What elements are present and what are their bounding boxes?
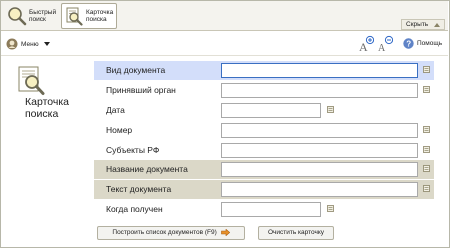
field-row-date: Дата	[94, 101, 434, 120]
field-row-regions: Субъекты РФ	[94, 141, 434, 160]
tab-search-card-label: Карточка поиска	[86, 9, 114, 23]
number-input[interactable]	[221, 123, 418, 138]
svg-text:?: ?	[406, 39, 411, 48]
arrow-right-icon	[220, 228, 230, 236]
clear-card-button[interactable]: Очистить карточку	[258, 226, 334, 240]
doc-type-input[interactable]	[221, 63, 418, 78]
field-label: Номер	[106, 125, 133, 135]
font-increase-icon[interactable]: A	[358, 35, 374, 53]
tab-quick-search-label: Быстрый поиск	[29, 9, 57, 23]
calendar-icon[interactable]	[327, 205, 334, 212]
build-list-button[interactable]: Построить список документов (F9)	[97, 226, 245, 240]
regions-input[interactable]	[221, 143, 418, 158]
help-button[interactable]: ? Помощь	[403, 38, 442, 49]
tab-bar: Быстрый поиск Карточка поиска Скрыть	[1, 1, 448, 31]
hide-button[interactable]: Скрыть	[401, 19, 445, 30]
field-row-issuing-body: Принявший орган	[94, 81, 434, 100]
field-row-received: Когда получен	[94, 200, 434, 219]
chevron-down-icon	[43, 42, 50, 46]
dictionary-icon[interactable]	[423, 126, 430, 133]
magnifier-icon	[8, 7, 27, 26]
field-row-doc-type: Вид документа	[94, 61, 434, 80]
field-label: Субъекты РФ	[106, 145, 160, 155]
field-label: Когда получен	[106, 204, 163, 214]
tab-quick-search[interactable]: Быстрый поиск	[5, 3, 59, 29]
field-label: Название документа	[106, 164, 188, 174]
field-label: Вид документа	[106, 65, 166, 75]
issuing-body-input[interactable]	[221, 83, 418, 98]
toolbar: Меню A A ? Помощь	[1, 32, 448, 56]
help-label: Помощь	[417, 40, 443, 47]
svg-text:A: A	[378, 43, 386, 53]
menu-logo-icon	[6, 38, 18, 50]
menu-label: Меню	[21, 40, 39, 48]
field-label: Дата	[106, 105, 125, 115]
dictionary-icon[interactable]	[423, 165, 430, 172]
doc-text-input[interactable]	[221, 182, 418, 197]
build-list-label: Построить список документов (F9)	[112, 229, 217, 236]
doc-title-input[interactable]	[221, 162, 418, 177]
search-card-large-icon	[18, 66, 45, 95]
clear-card-label: Очистить карточку	[267, 229, 325, 236]
dictionary-icon[interactable]	[423, 86, 430, 93]
field-row-number: Номер	[94, 121, 434, 140]
field-label: Принявший орган	[106, 85, 176, 95]
search-card-icon	[66, 7, 83, 26]
field-row-doc-title: Название документа	[94, 160, 434, 179]
received-date-input[interactable]	[221, 202, 321, 217]
dictionary-icon[interactable]	[423, 66, 430, 73]
date-input[interactable]	[221, 103, 321, 118]
menu-button[interactable]: Меню	[6, 37, 50, 51]
calendar-icon[interactable]	[327, 106, 334, 113]
panel-title: Карточка поиска	[25, 96, 69, 120]
field-row-doc-text: Текст документа	[94, 180, 434, 199]
dictionary-icon[interactable]	[423, 185, 430, 192]
dictionary-icon[interactable]	[423, 146, 430, 153]
tab-search-card[interactable]: Карточка поиска	[61, 3, 117, 29]
hide-button-label: Скрыть	[406, 21, 429, 28]
font-decrease-icon[interactable]: A	[377, 35, 393, 53]
help-icon: ?	[403, 38, 414, 49]
field-label: Текст документа	[106, 184, 172, 194]
chevron-up-icon	[434, 23, 440, 27]
